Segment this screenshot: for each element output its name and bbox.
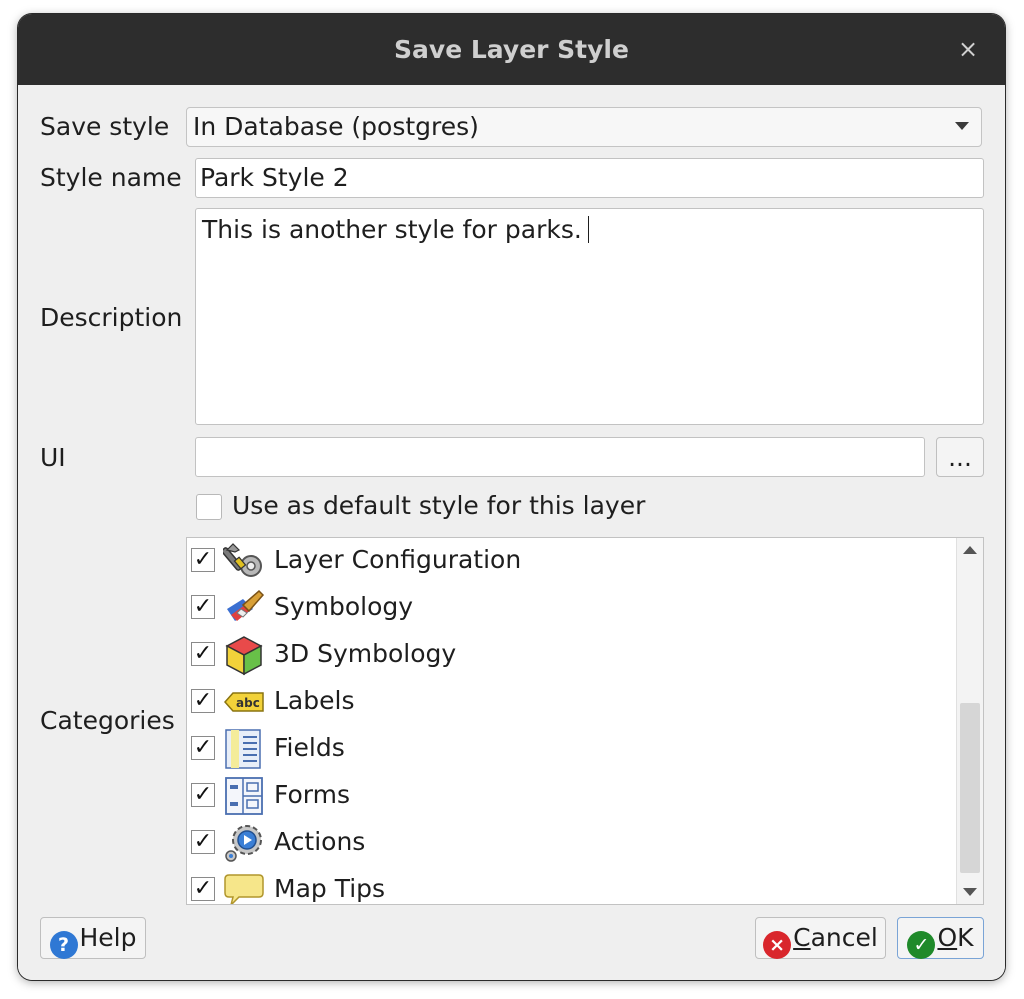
category-label: Labels	[274, 686, 355, 715]
scrollbar-thumb[interactable]	[960, 703, 980, 873]
list-item[interactable]: ✓ Forms	[187, 773, 957, 820]
category-label: 3D Symbology	[274, 639, 457, 668]
symbology-icon	[227, 589, 265, 621]
category-label: Actions	[274, 827, 366, 856]
categories-label: Categories	[40, 706, 175, 735]
chevron-down-icon	[955, 122, 969, 130]
ok-button[interactable]: ✓ OK	[897, 917, 984, 959]
save-style-value: In Database (postgres)	[193, 112, 479, 141]
help-button-label: Help	[79, 923, 137, 952]
help-icon: ?	[49, 931, 78, 959]
category-checkbox[interactable]: ✓	[191, 783, 215, 807]
actions-icon	[225, 825, 262, 862]
scroll-up-icon[interactable]	[963, 546, 977, 554]
save-layer-style-dialog: Save Layer Style × Save style In Databas…	[18, 14, 1005, 980]
browse-button[interactable]: ...	[936, 437, 984, 477]
scroll-down-icon[interactable]	[963, 888, 977, 896]
title-bar: Save Layer Style ×	[18, 14, 1005, 85]
list-item[interactable]: ✓ abc Labels	[187, 679, 957, 726]
style-name-value: Park Style 2	[200, 163, 349, 192]
category-label: Layer Configuration	[274, 545, 522, 574]
layer-configuration-icon	[223, 543, 262, 577]
forms-icon	[225, 777, 263, 815]
fields-icon	[225, 729, 261, 769]
description-textarea[interactable]: This is another style for parks.	[195, 208, 984, 425]
category-label: Forms	[274, 780, 351, 809]
description-label: Description	[40, 303, 183, 332]
list-item[interactable]: ✓ Actions	[187, 820, 957, 867]
list-item[interactable]: ✓ 3D Symbology	[187, 632, 957, 679]
ui-label: UI	[40, 443, 66, 472]
map-tips-icon	[224, 874, 264, 904]
save-style-label: Save style	[40, 112, 170, 141]
text-caret	[587, 216, 589, 243]
category-checkbox[interactable]: ✓	[191, 689, 215, 713]
category-checkbox[interactable]: ✓	[191, 830, 215, 854]
categories-scrollbar[interactable]	[956, 538, 983, 904]
cancel-button-label: ancel	[810, 923, 878, 952]
labels-icon: abc	[223, 692, 264, 712]
cancel-button[interactable]: × Cancel	[755, 917, 886, 959]
description-value: This is another style for parks.	[202, 215, 582, 244]
ok-button-label: K	[957, 923, 974, 952]
category-checkbox[interactable]: ✓	[191, 595, 215, 619]
category-label: Map Tips	[274, 874, 386, 903]
style-name-label: Style name	[40, 163, 182, 192]
category-checkbox[interactable]: ✓	[191, 736, 215, 760]
3d-symbology-icon	[225, 636, 263, 676]
category-label: Symbology	[274, 592, 414, 621]
dialog-body: Save style In Database (postgres) Style …	[18, 85, 1005, 980]
category-label: Fields	[274, 733, 345, 762]
ok-mnemonic: O	[937, 923, 958, 952]
category-checkbox[interactable]: ✓	[191, 877, 215, 901]
category-checkbox[interactable]: ✓	[191, 548, 215, 572]
dialog-title: Save Layer Style	[394, 35, 629, 64]
category-checkbox[interactable]: ✓	[191, 642, 215, 666]
save-style-combobox[interactable]: In Database (postgres)	[186, 107, 982, 147]
list-item[interactable]: ✓ Map Tips	[187, 867, 957, 904]
cancel-mnemonic: C	[793, 923, 811, 952]
svg-text:abc: abc	[236, 696, 260, 710]
close-icon[interactable]: ×	[953, 34, 983, 64]
default-style-label[interactable]: Use as default style for this layer	[232, 491, 645, 520]
categories-list: ✓ Layer Configuration ✓ Symbology ✓ 3D S…	[186, 537, 984, 905]
checkmark-icon: ✓	[907, 931, 936, 959]
ui-file-input[interactable]	[195, 437, 925, 477]
style-name-input[interactable]: Park Style 2	[195, 158, 984, 198]
help-button[interactable]: ? Help	[40, 917, 146, 959]
default-style-checkbox[interactable]	[196, 494, 222, 520]
list-item[interactable]: ✓ Symbology	[187, 585, 957, 632]
list-item[interactable]: ✓ Fields	[187, 726, 957, 773]
cancel-icon: ×	[763, 931, 792, 959]
list-item[interactable]: ✓ Layer Configuration	[187, 538, 957, 585]
